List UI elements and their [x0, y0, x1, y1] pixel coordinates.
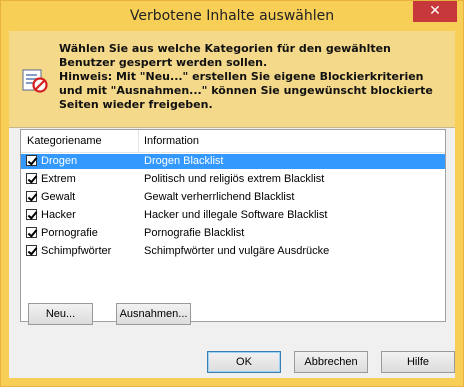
- close-icon: ✕: [429, 3, 441, 19]
- checkbox[interactable]: [26, 245, 37, 256]
- category-info: Hacker und illegale Software Blacklist: [144, 209, 328, 221]
- category-name: Drogen: [41, 155, 78, 167]
- category-name: Schimpfwörter: [41, 245, 112, 257]
- column-header-info[interactable]: Information: [144, 135, 199, 147]
- list-item[interactable]: Hacker Hacker und illegale Software Blac…: [21, 208, 445, 223]
- category-name: Gewalt: [41, 191, 76, 203]
- category-list[interactable]: Kategoriename Information Drogen Drogen …: [20, 129, 446, 322]
- window-title: Verbotene Inhalte auswählen: [129, 8, 335, 24]
- close-button[interactable]: ✕: [413, 1, 457, 22]
- category-name: Hacker: [41, 209, 76, 221]
- ok-button[interactable]: OK: [207, 351, 281, 373]
- checkbox[interactable]: [26, 155, 37, 166]
- category-info: Drogen Blacklist: [144, 155, 224, 167]
- list-header: Kategoriename Information: [21, 130, 445, 153]
- category-name: Extrem: [41, 173, 76, 185]
- cancel-button[interactable]: Abbrechen: [294, 351, 368, 373]
- category-info: Pornografie Blacklist: [144, 227, 245, 239]
- dialog-body: Wählen Sie aus welche Kategorien für den…: [9, 31, 455, 378]
- banner-line-instruction: Wählen Sie aus welche Kategorien für den…: [59, 42, 391, 69]
- checkbox[interactable]: [26, 173, 37, 184]
- list-item[interactable]: Gewalt Gewalt verherrlichend Blacklist: [21, 190, 445, 205]
- title-bar[interactable]: Verbotene Inhalte auswählen ✕: [1, 1, 463, 31]
- banner-text: Wählen Sie aus welche Kategorien für den…: [59, 42, 444, 112]
- new-button[interactable]: Neu...: [28, 303, 93, 325]
- checkbox[interactable]: [26, 191, 37, 202]
- checkbox[interactable]: [26, 227, 37, 238]
- list-item[interactable]: Drogen Drogen Blacklist: [21, 154, 445, 169]
- column-header-name[interactable]: Kategoriename: [27, 135, 102, 147]
- column-divider[interactable]: [138, 130, 139, 152]
- info-banner: Wählen Sie aus welche Kategorien für den…: [9, 31, 455, 128]
- list-item[interactable]: Schimpfwörter Schimpfwörter und vulgäre …: [21, 244, 445, 259]
- exceptions-button[interactable]: Ausnahmen...: [116, 303, 191, 325]
- category-info: Gewalt verherrlichend Blacklist: [144, 191, 295, 203]
- category-name: Pornografie: [41, 227, 98, 239]
- checkbox[interactable]: [26, 209, 37, 220]
- blocked-list-icon: [22, 69, 48, 93]
- banner-line-hint: Hinweis: Mit "Neu..." erstellen Sie eige…: [59, 70, 433, 111]
- list-item[interactable]: Extrem Politisch und religiös extrem Bla…: [21, 172, 445, 187]
- category-info: Politisch und religiös extrem Blacklist: [144, 173, 325, 185]
- category-info: Schimpfwörter und vulgäre Ausdrücke: [144, 245, 330, 257]
- list-item[interactable]: Pornografie Pornografie Blacklist: [21, 226, 445, 241]
- dialog-window: Verbotene Inhalte auswählen ✕ Wählen Sie…: [0, 0, 464, 387]
- help-button[interactable]: Hilfe: [381, 351, 455, 373]
